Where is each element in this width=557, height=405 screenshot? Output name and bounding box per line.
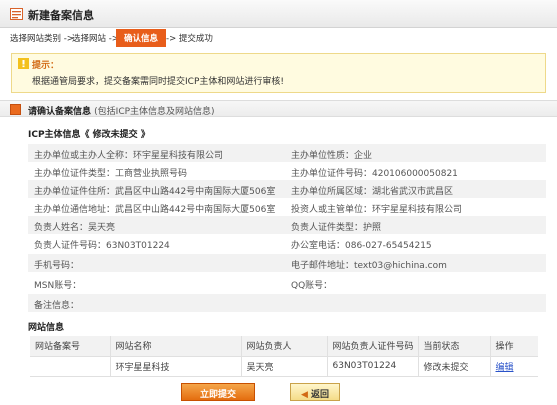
- cell-record-number: [30, 356, 111, 377]
- info-row: 备注信息：: [28, 294, 546, 312]
- table-header-row: 网站备案号 网站名称 网站负责人 网站负责人证件号码 当前状态 操作: [30, 336, 538, 357]
- page-title: 新建备案信息: [28, 9, 94, 22]
- section-subtitle: (包括ICP主体信息及网站信息): [94, 107, 215, 117]
- col-header: 网站负责人: [241, 336, 328, 357]
- col-header: 网站负责人证件号码: [327, 336, 419, 357]
- table-row: 环宇星星科技 吴天亮 63N03T01224 修改未提交 编辑: [30, 356, 538, 377]
- info-row: 主办单位或主办人全称：环宇星星科技有限公司 主办单位性质：企业: [28, 144, 546, 162]
- tip-heading: 提示：: [32, 61, 60, 71]
- cell-site-owner: 吴天亮: [241, 356, 328, 377]
- info-row: 主办单位证件类型：工商营业执照号码 主办单位证件号码：42010600005082…: [34, 169, 458, 179]
- info-row: 主办单位证件住所：武昌区中山路442号中南国际大厦506室 主办单位所属区域：湖北…: [28, 180, 546, 198]
- website-heading: 网站信息: [28, 323, 65, 333]
- back-arrow-icon: ◀: [300, 390, 308, 400]
- col-header: 当前状态: [418, 336, 491, 357]
- info-row: 手机号码： 电子邮件地址：text03@hichina.com: [28, 254, 546, 272]
- section-title: 请确认备案信息: [28, 107, 92, 117]
- section-icon: [10, 104, 21, 115]
- cell-status: 修改未提交: [418, 356, 491, 377]
- website-table: 网站备案号 网站名称 网站负责人 网站负责人证件号码 当前状态 操作 环宇星星科…: [30, 336, 538, 377]
- step-confirm-info: 确认信息: [116, 29, 167, 47]
- step-select-website: 选择网站 ->: [72, 34, 119, 44]
- tip-box: 提示： 根据通管局要求，提交备案需同时提交ICP主体和网站进行审核!: [11, 53, 546, 93]
- info-row: 负责人证件号码：63N03T01224 办公室电话：086-027-6545421…: [34, 241, 432, 251]
- cell-owner-id: 63N03T01224: [327, 356, 419, 377]
- title-bar: 新建备案信息: [0, 0, 557, 28]
- edit-link[interactable]: 编辑: [496, 363, 514, 373]
- info-row: 主办单位通信地址：武昌区中山路442号中南国际大厦506室 投资人或主管单位：环宇…: [34, 205, 463, 215]
- tip-body: 根据通管局要求，提交备案需同时提交ICP主体和网站进行审核!: [32, 77, 284, 87]
- icp-heading: ICP主体信息《 修改未提交 》: [28, 130, 150, 140]
- info-row: 负责人姓名：吴天亮 负责人证件类型：护照: [28, 216, 546, 234]
- step-select-category: 选择网站类别 ->: [10, 34, 74, 44]
- col-header: 网站备案号: [30, 336, 111, 357]
- cell-site-name: 环宇星星科技: [110, 356, 242, 377]
- warning-icon: [18, 58, 29, 69]
- submit-button[interactable]: 立即提交: [181, 383, 255, 401]
- col-header: 网站名称: [110, 336, 242, 357]
- step-submit-success: -> 提交成功: [166, 34, 213, 44]
- section-header: 请确认备案信息 (包括ICP主体信息及网站信息): [0, 100, 557, 117]
- back-button[interactable]: ◀ 返回: [290, 383, 340, 401]
- document-icon: [10, 8, 23, 20]
- col-header: 操作: [490, 336, 538, 357]
- progress-steps: 选择网站类别 -> 选择网站 -> 确认信息 -> 提交成功: [0, 29, 557, 47]
- info-row: MSN账号： QQ账号：: [34, 281, 333, 291]
- back-button-label: 返回: [311, 390, 330, 400]
